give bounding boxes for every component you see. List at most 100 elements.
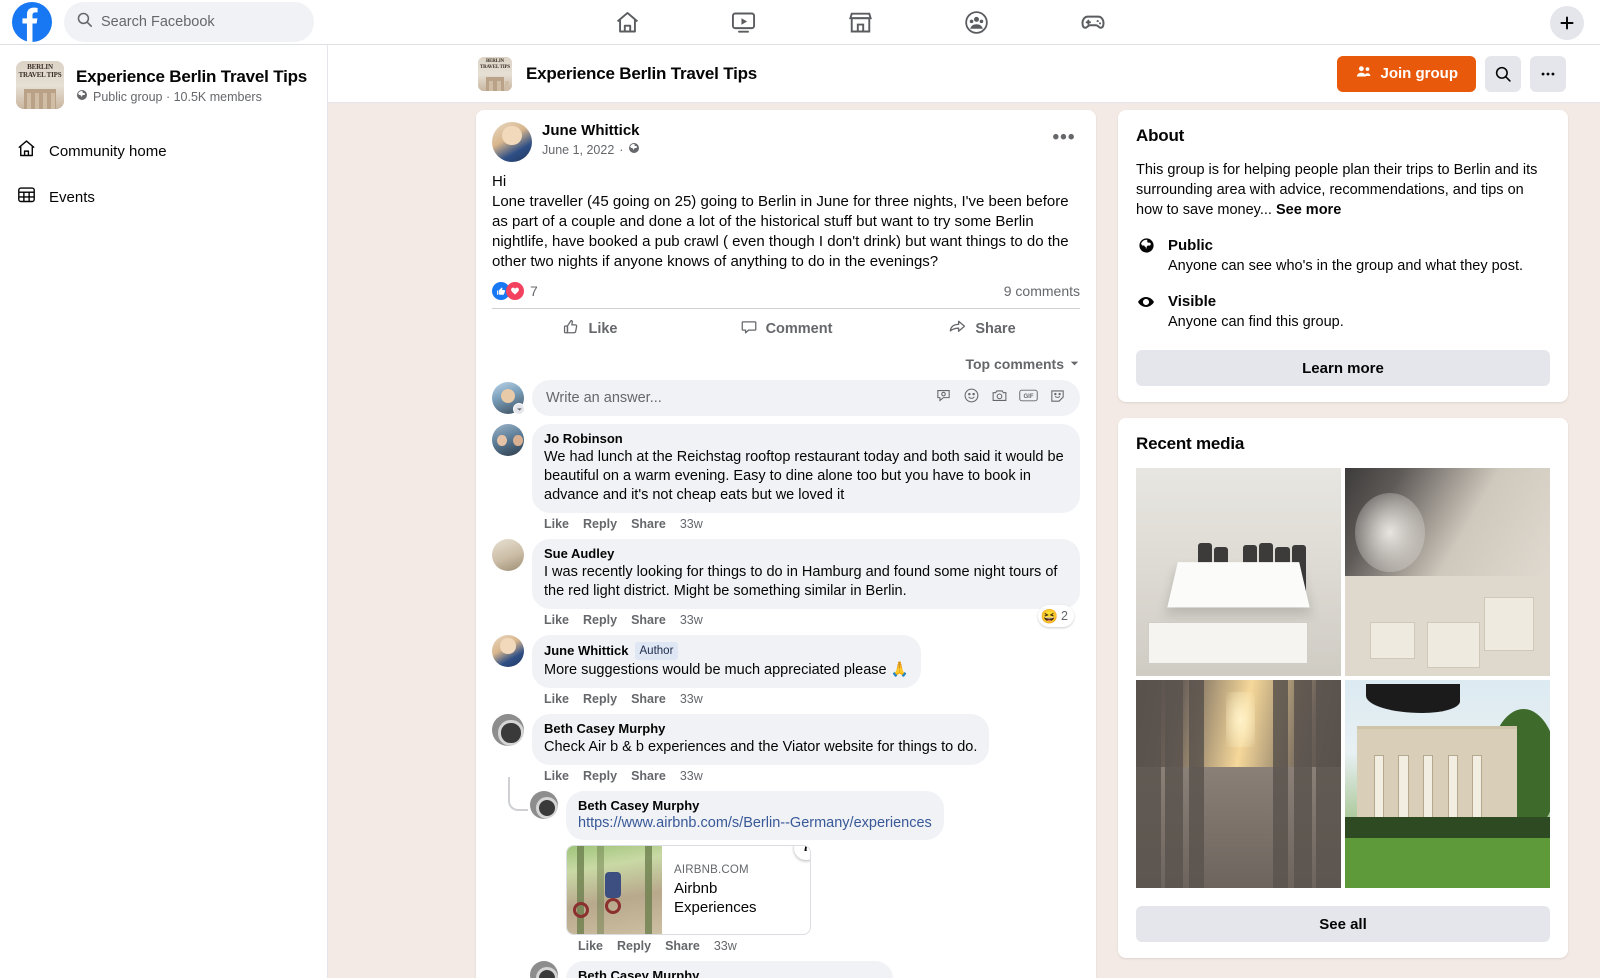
reply-reply-link[interactable]: Reply — [617, 939, 651, 953]
post-comments-count[interactable]: 9 comments — [1004, 283, 1080, 299]
reply-link[interactable]: https://www.airbnb.com/s/Berlin--Germany… — [578, 815, 932, 831]
main-nav-icons — [570, 0, 1150, 44]
avatar[interactable] — [530, 961, 558, 978]
sidebar-group-meta-text: Public group · 10.5K members — [93, 89, 262, 104]
chevron-down-icon[interactable] — [513, 403, 525, 415]
comment-like-link[interactable]: Like — [544, 769, 569, 783]
video-icon[interactable] — [696, 0, 791, 44]
link-preview-card[interactable]: AIRBNB.COM Airbnb Experiences i — [566, 845, 811, 935]
gif-icon[interactable]: GIF — [1019, 388, 1038, 408]
avatar[interactable] — [492, 714, 524, 746]
comment-like-link[interactable]: Like — [544, 517, 569, 531]
comment-timestamp[interactable]: 33w — [680, 769, 703, 783]
post-share-button[interactable]: Share — [884, 312, 1080, 346]
media-thumbnail[interactable] — [1345, 680, 1550, 888]
comment-share-link[interactable]: Share — [631, 692, 666, 706]
avatar-sticker-icon[interactable] — [935, 387, 952, 409]
group-header-avatar[interactable]: BERLIN TRAVEL TIPS — [478, 56, 512, 91]
post-card: June Whittick June 1, 2022 · ••• Hi Lone… — [476, 110, 1096, 978]
comment-timestamp[interactable]: 33w — [680, 517, 703, 531]
avatar[interactable] — [492, 635, 524, 667]
comment-reply-link[interactable]: Reply — [583, 613, 617, 627]
comment-share-link[interactable]: Share — [631, 517, 666, 531]
post-menu-button[interactable]: ••• — [1048, 122, 1080, 154]
group-more-options-button[interactable] — [1530, 55, 1566, 92]
comment-like-link[interactable]: Like — [544, 613, 569, 627]
post-like-button[interactable]: Like — [492, 312, 688, 346]
search-input[interactable] — [101, 14, 302, 30]
comment-input[interactable]: Write an answer... GIF — [532, 380, 1080, 416]
home-icon[interactable] — [580, 0, 675, 44]
search-bar[interactable] — [64, 2, 314, 42]
avatar[interactable] — [530, 791, 558, 819]
comments-sort-label: Top comments — [965, 356, 1064, 372]
group-header-bar: BERLIN TRAVEL TIPS Experience Berlin Trav… — [328, 45, 1600, 103]
create-button[interactable] — [1550, 6, 1584, 40]
chevron-down-icon — [1069, 356, 1080, 372]
love-reaction-icon — [506, 282, 524, 300]
sidebar-item-events[interactable]: Events — [8, 177, 319, 217]
comment-reply-link[interactable]: Reply — [583, 769, 617, 783]
comment-share-link[interactable]: Share — [631, 613, 666, 627]
sticker-icon[interactable] — [1049, 387, 1066, 409]
comment-reply-link[interactable]: Reply — [583, 517, 617, 531]
comment-reply-link[interactable]: Reply — [583, 692, 617, 706]
group-search-button[interactable] — [1485, 55, 1521, 92]
reply-timestamp[interactable]: 33w — [714, 939, 737, 953]
comment-reaction-badge[interactable]: 😆 2 — [1037, 605, 1074, 627]
comment-author-row: June Whittick Author — [544, 642, 909, 660]
camera-icon[interactable] — [991, 387, 1008, 409]
post-comment-button[interactable]: Comment — [688, 312, 884, 346]
avatar[interactable] — [492, 539, 524, 571]
reply-share-link[interactable]: Share — [665, 939, 700, 953]
media-thumbnail[interactable] — [1136, 680, 1341, 888]
globe-icon — [1136, 236, 1156, 276]
avatar[interactable] — [492, 122, 532, 162]
comments-list: Jo Robinson We had lunch at the Reichsta… — [476, 424, 1096, 978]
composer-icon-group: GIF — [935, 387, 1066, 409]
comment-share-link[interactable]: Share — [631, 769, 666, 783]
reply-like-link[interactable]: Like — [578, 939, 603, 953]
composer-avatar-wrap[interactable] — [492, 382, 525, 415]
comment-timestamp[interactable]: 33w — [680, 613, 703, 627]
see-more-link[interactable]: See more — [1276, 202, 1341, 218]
reply-author[interactable]: Beth Casey Murphy — [578, 798, 932, 814]
reply-author[interactable]: Beth Casey Murphy — [578, 968, 881, 978]
comment-author[interactable]: June Whittick — [544, 643, 629, 658]
facebook-logo[interactable] — [12, 2, 52, 42]
comment-like-link[interactable]: Like — [544, 692, 569, 706]
left-sidebar: BERLIN TRAVEL TIPS Experience Berlin Trav… — [0, 45, 328, 978]
about-row-public: Public Anyone can see who's in the group… — [1136, 236, 1550, 276]
comment-author[interactable]: Sue Audley — [544, 546, 1068, 562]
comment-author[interactable]: Jo Robinson — [544, 431, 1068, 447]
reaction-icons[interactable]: 7 — [492, 282, 538, 300]
content-area: June Whittick June 1, 2022 · ••• Hi Lone… — [328, 103, 1600, 978]
post-date[interactable]: June 1, 2022 — [542, 143, 614, 157]
media-thumbnail[interactable] — [1345, 468, 1550, 676]
marketplace-icon[interactable] — [813, 0, 908, 44]
groups-icon[interactable] — [929, 0, 1024, 44]
comment-timestamp[interactable]: 33w — [680, 692, 703, 706]
reply-actions: Like Reply Share 33w — [566, 935, 1080, 959]
emoji-icon[interactable] — [963, 387, 980, 409]
gaming-icon[interactable] — [1045, 0, 1140, 44]
group-avatar: BERLIN TRAVEL TIPS — [16, 61, 64, 109]
sidebar-group-header[interactable]: BERLIN TRAVEL TIPS Experience Berlin Trav… — [8, 57, 319, 109]
author-badge: Author — [634, 642, 679, 660]
comments-sort-selector[interactable]: Top comments — [476, 348, 1096, 376]
post-meta: June 1, 2022 · — [542, 142, 640, 157]
reaction-count: 7 — [530, 283, 538, 299]
avatar[interactable] — [492, 424, 524, 456]
learn-more-button[interactable]: Learn more — [1136, 350, 1550, 386]
media-thumbnail[interactable] — [1136, 468, 1341, 676]
comment-author[interactable]: Beth Casey Murphy — [544, 721, 977, 737]
see-all-media-button[interactable]: See all — [1136, 906, 1550, 942]
join-group-button[interactable]: Join group — [1336, 55, 1476, 92]
group-header-avatar-line2: TRAVEL TIPS — [480, 64, 510, 70]
comment-actions: Like Reply Share 33w — [532, 688, 1080, 712]
post-author-name[interactable]: June Whittick — [542, 122, 640, 140]
sidebar-item-community-home[interactable]: Community home — [8, 131, 319, 171]
reply-bubble: Beth Casey Murphy https://www.airbnb.com… — [566, 791, 944, 840]
comment-item: Beth Casey Murphy Check Air b & b experi… — [492, 714, 1080, 789]
sidebar-group-name: Experience Berlin Travel Tips — [76, 67, 308, 86]
